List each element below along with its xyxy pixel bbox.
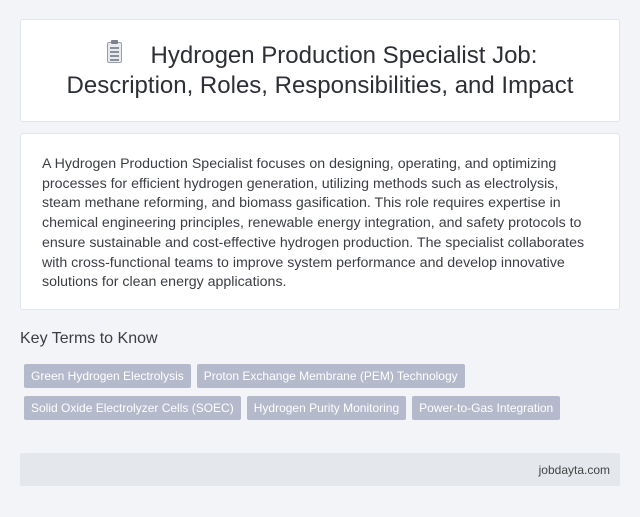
key-terms-heading: Key Terms to Know	[20, 330, 158, 347]
job-description: A Hydrogen Production Specialist focuses…	[42, 156, 585, 291]
key-term-tag[interactable]: Solid Oxide Electrolyzer Cells (SOEC)	[24, 396, 241, 420]
page-title-text: Hydrogen Production Specialist Job: Desc…	[66, 42, 574, 99]
description-card: A Hydrogen Production Specialist focuses…	[20, 133, 620, 310]
key-term-tag[interactable]: Proton Exchange Membrane (PEM) Technolog…	[196, 364, 465, 388]
document-icon	[103, 40, 125, 66]
footer-site-link[interactable]: jobdayta.com	[539, 463, 610, 477]
key-term-tag[interactable]: Green Hydrogen Electrolysis	[24, 364, 191, 388]
page-title: Hydrogen Production Specialist Job: Desc…	[41, 40, 599, 101]
footer: jobdayta.com	[20, 453, 620, 486]
page: Hydrogen Production Specialist Job: Desc…	[0, 0, 640, 517]
key-terms-list: Green Hydrogen Electrolysis Proton Excha…	[24, 364, 604, 428]
title-card: Hydrogen Production Specialist Job: Desc…	[20, 19, 620, 122]
key-term-tag[interactable]: Hydrogen Purity Monitoring	[246, 396, 407, 420]
key-term-tag[interactable]: Power-to-Gas Integration	[412, 396, 561, 420]
